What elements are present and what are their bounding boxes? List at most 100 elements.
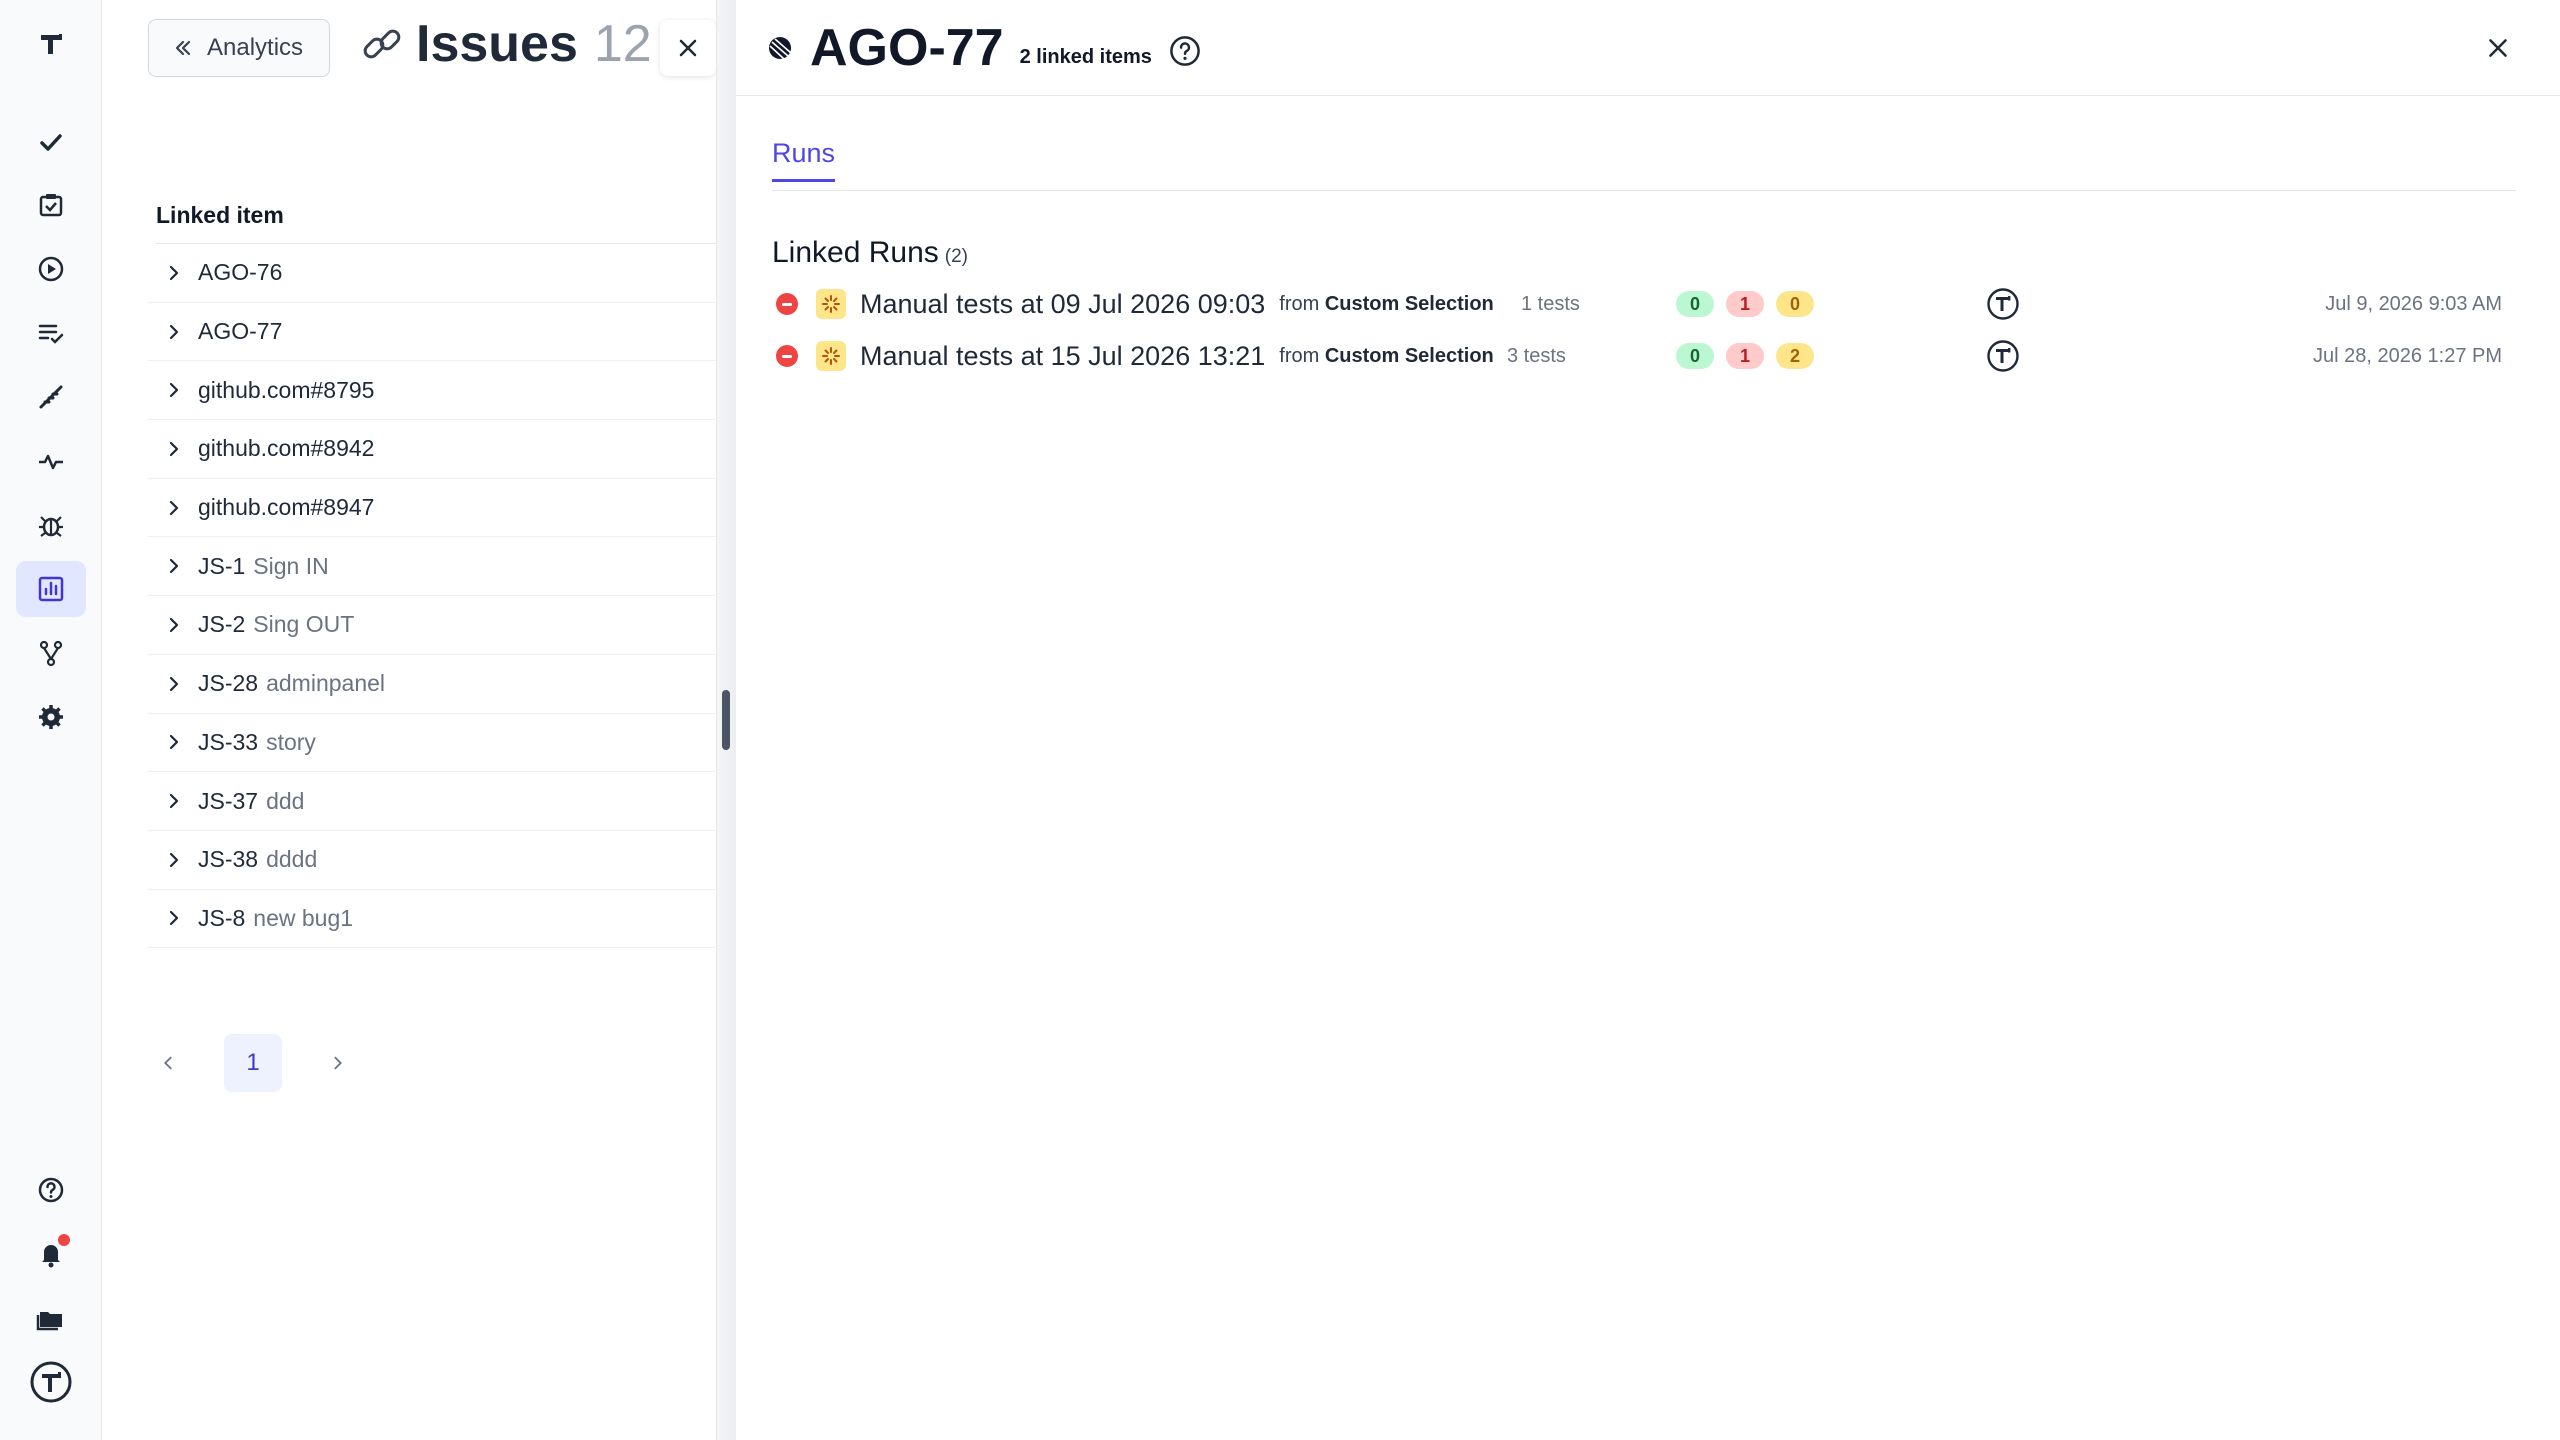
manual-run-icon [816, 341, 846, 371]
linked-runs-count: (2) [944, 246, 969, 267]
linked-item-id: JS-28 [198, 670, 259, 697]
user-avatar-icon [1987, 288, 2019, 320]
chevron-right-icon[interactable] [166, 676, 182, 692]
link-icon [363, 29, 401, 59]
issue-detail-panel: AGO-77 2 linked items Runs Linked Runs (2… [736, 0, 2560, 1440]
linked-item-row[interactable]: JS-28 adminpanel [148, 655, 716, 714]
linked-item-id: JS-8 [198, 904, 246, 931]
back-to-analytics-button[interactable]: Analytics [148, 19, 331, 77]
back-button-label: Analytics [207, 34, 304, 61]
chevron-right-icon[interactable] [166, 617, 182, 633]
linked-item-desc: story [266, 728, 316, 755]
linked-item-row[interactable]: JS-1 Sign IN [148, 537, 716, 597]
detail-header: AGO-77 2 linked items [736, 0, 2560, 96]
close-issues-button[interactable] [660, 20, 716, 76]
clipboard-check-icon[interactable] [16, 177, 86, 233]
prev-page-button[interactable] [148, 1043, 188, 1083]
linked-item-row[interactable]: JS-8 new bug1 [148, 890, 716, 949]
linked-item-row[interactable]: AGO-77 [148, 303, 716, 362]
play-circle-icon[interactable] [16, 241, 86, 297]
linked-item-desc: ddd [266, 787, 305, 814]
bug-icon[interactable] [16, 497, 86, 553]
failed-status-icon [776, 345, 798, 367]
linked-item-row[interactable]: JS-2 Sing OUT [148, 596, 716, 655]
avatar-icon[interactable] [16, 1354, 86, 1410]
detail-title: AGO-77 [810, 19, 1004, 77]
analytics-icon[interactable] [16, 561, 86, 617]
pagination: 1 [148, 1034, 358, 1092]
chevron-right-icon[interactable] [166, 793, 182, 809]
notification-dot [58, 1234, 70, 1246]
user-avatar-icon [1987, 340, 2019, 372]
steps-icon[interactable] [16, 369, 86, 425]
linked-item-id: JS-33 [198, 728, 259, 755]
skipped-badge: 0 [1776, 291, 1814, 317]
close-icon [679, 39, 697, 57]
linked-item-row[interactable]: github.com#8947 [148, 479, 716, 538]
run-status-badges: 010 [1676, 291, 1814, 317]
bell-icon[interactable] [16, 1226, 86, 1282]
linked-item-desc: Sign IN [253, 552, 329, 579]
run-status-badges: 012 [1676, 343, 1814, 369]
linked-item-row[interactable]: github.com#8795 [148, 361, 716, 421]
chevron-right-icon[interactable] [166, 382, 182, 398]
run-row[interactable]: Manual tests at 15 Jul 2026 13:21 from Cu… [776, 336, 2516, 376]
list-check-icon[interactable] [16, 305, 86, 361]
linked-item-id: github.com#8795 [198, 376, 375, 403]
linked-item-row[interactable]: JS-38 dddd [148, 831, 716, 890]
linked-item-row[interactable]: JS-37 ddd [148, 772, 716, 831]
help-icon[interactable] [16, 1162, 86, 1218]
chevron-right-icon[interactable] [166, 558, 182, 574]
help-icon[interactable] [1168, 34, 1202, 68]
linked-item-row[interactable]: github.com#8942 [148, 420, 716, 479]
passed-badge: 0 [1676, 291, 1714, 317]
run-source: from Custom Selection [1279, 345, 1493, 368]
chevron-right-icon[interactable] [166, 265, 182, 281]
issues-title-text: Issues [416, 15, 578, 73]
run-title-link[interactable]: Manual tests at 09 Jul 2026 09:03 [860, 289, 1265, 320]
tab-runs[interactable]: Runs [772, 138, 836, 182]
gear-icon[interactable] [16, 689, 86, 745]
chevron-right-icon[interactable] [166, 500, 182, 516]
linked-item-row[interactable]: AGO-76 [148, 244, 716, 303]
linked-item-desc: new bug1 [253, 904, 354, 931]
resize-handle[interactable] [722, 690, 730, 750]
issue-type-icon [769, 37, 792, 60]
chevron-right-icon[interactable] [166, 441, 182, 457]
tab-divider [772, 190, 2516, 191]
failed-status-icon [776, 293, 798, 315]
chevron-right-icon[interactable] [166, 910, 182, 926]
chevron-right-icon[interactable] [166, 734, 182, 750]
linked-item-desc: dddd [266, 846, 318, 873]
linked-runs-label: Linked Runs [772, 236, 939, 269]
failed-badge: 1 [1726, 343, 1764, 369]
linked-items-count: 2 linked items [1019, 45, 1152, 68]
linked-runs-title: Linked Runs (2) [772, 236, 968, 270]
pulse-icon[interactable] [16, 433, 86, 489]
linked-item-desc: adminpanel [266, 670, 386, 697]
run-tests-count: 1 tests [1521, 292, 1580, 315]
chevron-right-icon[interactable] [166, 852, 182, 868]
linked-item-id: JS-1 [198, 552, 246, 579]
double-chevron-left-icon [175, 40, 191, 56]
page-1-button[interactable]: 1 [224, 1034, 282, 1092]
linked-item-row[interactable]: JS-33 story [148, 714, 716, 773]
close-detail-button[interactable] [2474, 24, 2522, 72]
sidebar [0, 0, 102, 1440]
run-source: from Custom Selection [1279, 293, 1493, 316]
linked-item-id: JS-38 [198, 846, 259, 873]
git-branch-icon[interactable] [16, 625, 86, 681]
run-source-prefix: from [1279, 344, 1320, 367]
close-icon [2489, 39, 2507, 57]
passed-badge: 0 [1676, 343, 1714, 369]
checkmark-icon[interactable] [16, 114, 86, 170]
chevron-right-icon[interactable] [166, 324, 182, 340]
folder-icon[interactable] [16, 1290, 86, 1346]
logo-icon[interactable] [16, 16, 86, 72]
next-page-button[interactable] [318, 1043, 358, 1083]
linked-items-list: AGO-76 AGO-77 github.com#8795 github.com#89… [148, 244, 716, 949]
chevron-right-icon [334, 1056, 342, 1070]
run-row[interactable]: Manual tests at 09 Jul 2026 09:03 from Cu… [776, 284, 2516, 324]
linked-item-id: AGO-77 [198, 318, 283, 345]
run-title-link[interactable]: Manual tests at 15 Jul 2026 13:21 [860, 341, 1265, 372]
